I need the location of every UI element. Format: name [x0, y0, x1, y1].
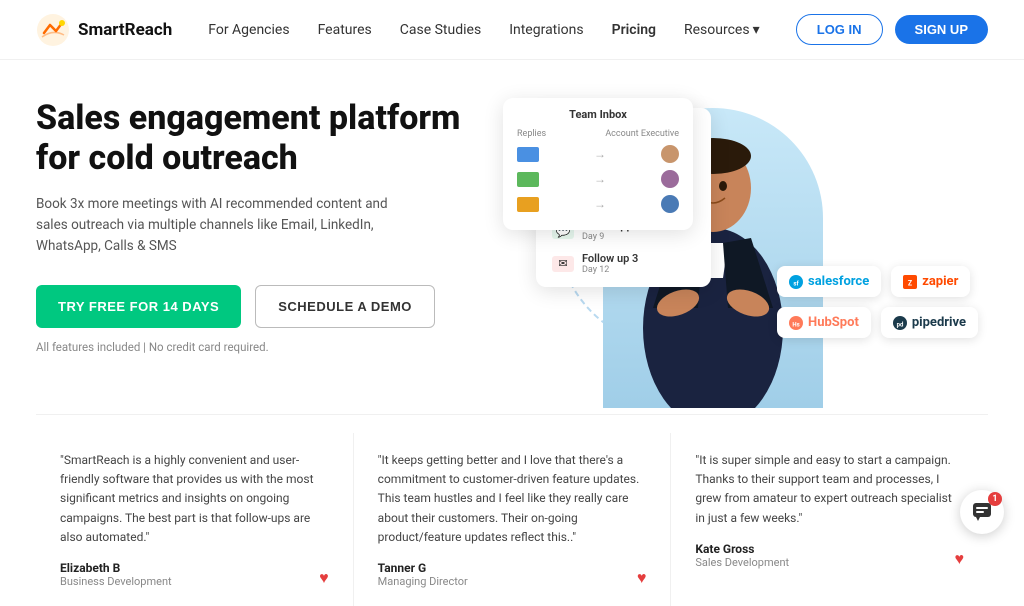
author-role-3: Sales Development — [695, 556, 789, 569]
testimonial-text-2: "It keeps getting better and I love that… — [378, 451, 647, 547]
nav-features[interactable]: Features — [318, 22, 372, 38]
nav-actions: LOG IN SIGN UP — [796, 14, 988, 45]
seq-day-followup3: Day 12 — [582, 265, 638, 275]
pipedrive-logo: pd pipedrive — [881, 307, 978, 338]
inbox-person-1 — [661, 145, 679, 163]
heart-icon-3: ♥ — [955, 549, 965, 569]
try-free-button[interactable]: TRY FREE FOR 14 DAYS — [36, 285, 241, 328]
testimonial-card-1: "SmartReach is a highly convenient and u… — [36, 433, 354, 606]
inbox-row-3: → — [517, 195, 679, 213]
inbox-envelope-1 — [517, 147, 539, 162]
hubspot-icon: Hs — [789, 316, 803, 330]
pipedrive-icon: pd — [893, 316, 907, 330]
logo-text: SmartReach — [78, 20, 172, 40]
hero-title: Sales engagement platform for cold outre… — [36, 98, 496, 178]
schedule-demo-button[interactable]: SCHEDULE A DEMO — [255, 285, 435, 328]
nav-resources[interactable]: Resources ▾ — [684, 22, 760, 38]
nav-for-agencies[interactable]: For Agencies — [208, 22, 289, 38]
testimonial-text-1: "SmartReach is a highly convenient and u… — [60, 451, 329, 547]
team-inbox-title: Team Inbox — [517, 108, 679, 121]
testimonial-author-1: Elizabeth B Business Development ♥ — [60, 561, 329, 588]
inbox-envelope-3 — [517, 197, 539, 212]
inbox-col1-label: Replies — [517, 129, 546, 139]
inbox-col2-label: Account Executive — [605, 129, 679, 139]
chat-badge: 1 — [988, 492, 1002, 506]
heart-icon-1: ♥ — [319, 568, 329, 588]
author-name-2: Tanner G — [378, 561, 468, 575]
testimonial-text-3: "It is super simple and easy to start a … — [695, 451, 964, 528]
heart-icon-2: ♥ — [637, 568, 647, 588]
integrations-panel: sf salesforce Z zapier Hs HubSpot pd pip… — [777, 266, 978, 338]
zapier-icon: Z — [903, 275, 917, 289]
testimonial-author-3: Kate Gross Sales Development ♥ — [695, 542, 964, 569]
inbox-arrow-3: → — [543, 197, 657, 211]
nav-links: For Agencies Features Case Studies Integ… — [208, 22, 796, 38]
login-button[interactable]: LOG IN — [796, 14, 883, 45]
author-name-1: Elizabeth B — [60, 561, 172, 575]
team-inbox-headers: Replies Account Executive — [517, 129, 679, 139]
email-icon-followup3: ✉ — [552, 256, 574, 272]
chevron-down-icon: ▾ — [753, 22, 760, 38]
hero-right: ✉ Opening Day 1 in LinkedIn Task Day 3 ✉… — [496, 88, 988, 398]
inbox-row-1: → — [517, 145, 679, 163]
seq-day-whatsapp: Day 9 — [582, 232, 633, 242]
nav-case-studies[interactable]: Case Studies — [400, 22, 481, 38]
nav-integrations[interactable]: Integrations — [509, 22, 583, 38]
salesforce-logo: sf salesforce — [777, 266, 881, 297]
logo[interactable]: SmartReach — [36, 13, 172, 47]
author-role-2: Managing Director — [378, 575, 468, 588]
salesforce-icon: sf — [789, 275, 803, 289]
zapier-logo: Z zapier — [891, 266, 970, 297]
hero-buttons: TRY FREE FOR 14 DAYS SCHEDULE A DEMO — [36, 285, 496, 328]
chat-icon — [972, 502, 992, 522]
inbox-arrow-2: → — [543, 172, 657, 186]
testimonial-card-2: "It keeps getting better and I love that… — [354, 433, 672, 606]
nav-pricing[interactable]: Pricing — [612, 22, 656, 38]
logo-icon — [36, 13, 70, 47]
svg-text:sf: sf — [793, 280, 799, 287]
inbox-person-3 — [661, 195, 679, 213]
hero-note: All features included | No credit card r… — [36, 340, 496, 354]
author-role-1: Business Development — [60, 575, 172, 588]
integrations-row-1: sf salesforce Z zapier — [777, 266, 978, 297]
testimonial-author-2: Tanner G Managing Director ♥ — [378, 561, 647, 588]
inbox-person-2 — [661, 170, 679, 188]
navbar: SmartReach For Agencies Features Case St… — [0, 0, 1024, 60]
hero-section: Sales engagement platform for cold outre… — [0, 60, 1024, 414]
svg-text:pd: pd — [896, 321, 903, 328]
svg-text:Hs: Hs — [792, 321, 799, 328]
inbox-row-2: → — [517, 170, 679, 188]
inbox-arrow-1: → — [543, 147, 657, 161]
testimonials-section: "SmartReach is a highly convenient and u… — [36, 414, 988, 606]
testimonial-card-3: "It is super simple and easy to start a … — [671, 433, 988, 606]
seq-item-followup3: ✉ Follow up 3 Day 12 — [552, 252, 695, 275]
hubspot-logo: Hs HubSpot — [777, 307, 871, 338]
hero-subtitle: Book 3x more meetings with AI recommende… — [36, 194, 416, 257]
chat-button[interactable]: 1 — [960, 490, 1004, 534]
signup-button[interactable]: SIGN UP — [895, 15, 988, 44]
integrations-row-2: Hs HubSpot pd pipedrive — [777, 307, 978, 338]
team-inbox-card: Team Inbox Replies Account Executive → →… — [503, 98, 693, 230]
hero-left: Sales engagement platform for cold outre… — [36, 88, 496, 354]
inbox-envelope-2 — [517, 172, 539, 187]
seq-label-followup3: Follow up 3 — [582, 252, 638, 265]
